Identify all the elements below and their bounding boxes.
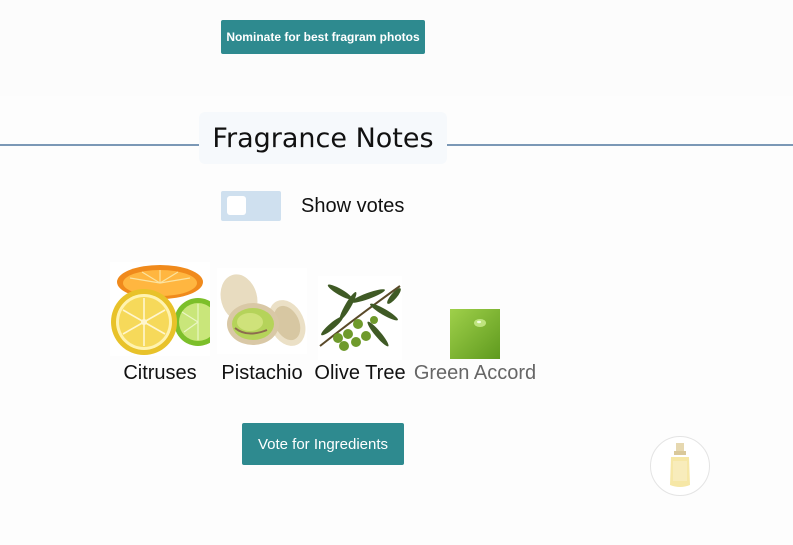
green-leaf-droplet-photo-icon	[450, 309, 500, 359]
vote-ingredients-button[interactable]: Vote for Ingredients	[242, 423, 404, 465]
section-title: Fragrance Notes	[212, 122, 434, 154]
show-votes-label: Show votes	[301, 195, 405, 217]
note-green-accord[interactable]: Green Accord	[413, 309, 537, 387]
note-label-olive-tree: Olive Tree	[314, 362, 406, 384]
perfume-bottle-button[interactable]	[650, 436, 710, 496]
pistachio-photo-icon	[217, 268, 307, 354]
perfume-bottle-icon	[670, 443, 690, 487]
note-citruses[interactable]: Citruses	[110, 262, 210, 387]
toggle-knob	[227, 196, 246, 215]
note-label-citruses: Citruses	[123, 362, 197, 384]
show-votes-toggle[interactable]	[221, 191, 281, 221]
note-olive-tree[interactable]: Olive Tree	[314, 276, 406, 387]
note-label-green-accord: Green Accord	[413, 362, 537, 384]
olive-branch-photo-icon	[318, 276, 402, 360]
note-pistachio[interactable]: Pistachio	[216, 268, 308, 387]
citrus-fruits-photo-icon	[110, 262, 210, 356]
section-title-box: Fragrance Notes	[199, 112, 447, 164]
nominate-photos-button[interactable]: Nominate for best fragram photos	[221, 20, 425, 54]
note-label-pistachio: Pistachio	[221, 362, 303, 384]
